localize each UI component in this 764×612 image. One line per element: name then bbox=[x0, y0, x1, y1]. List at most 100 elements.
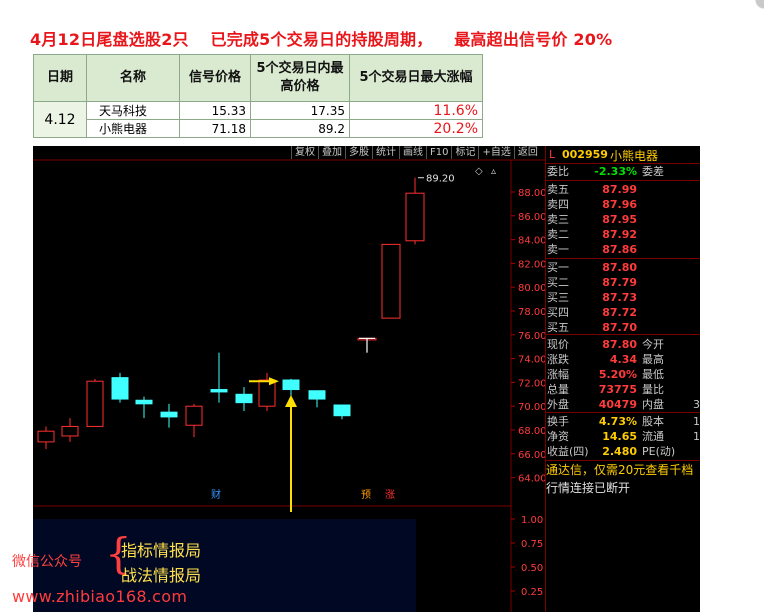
diff-label: 委差 bbox=[642, 165, 664, 178]
candle-body bbox=[308, 390, 326, 400]
row-signal: 71.18 bbox=[179, 119, 251, 138]
event-marker-yu: 预 bbox=[361, 489, 371, 501]
row-value: 87.92 bbox=[602, 228, 637, 241]
peak-label: 89.20 bbox=[426, 174, 455, 185]
news-ticker[interactable]: 通达信，仅需20元查看千档 bbox=[546, 464, 700, 476]
l-icon: L bbox=[549, 148, 556, 161]
row-value: 14.65 bbox=[602, 430, 637, 443]
row-value: 87.80 bbox=[602, 261, 637, 274]
row-label: 买三 bbox=[547, 291, 569, 304]
bid-row: 买四 87.72 bbox=[546, 307, 700, 319]
row-name: 天马科技 bbox=[86, 101, 180, 120]
divider bbox=[546, 334, 700, 335]
event-marker-zhang: 涨 bbox=[385, 489, 395, 501]
header-gain: 5个交易日最大涨幅 bbox=[349, 54, 483, 102]
row-value: 87.80 bbox=[602, 338, 637, 351]
row-label: 涨幅 bbox=[547, 368, 569, 381]
stat-row: 涨跌 4.34 最高 bbox=[546, 354, 700, 366]
row-label2: 今开 bbox=[642, 338, 664, 351]
row-label: 换手 bbox=[547, 415, 569, 428]
ask-row: 卖五 87.99 bbox=[546, 184, 700, 196]
row-high: 17.35 bbox=[250, 101, 350, 120]
row-value2: 1 bbox=[693, 415, 700, 428]
toolbar-tongji[interactable]: 统计 bbox=[372, 146, 399, 159]
ask-row: 卖四 87.96 bbox=[546, 199, 700, 211]
header-name: 名称 bbox=[86, 54, 180, 102]
toolbar-fanhui[interactable]: 返回 bbox=[513, 146, 541, 159]
headline-part2: 已完成5个交易日的持股周期， bbox=[210, 30, 433, 49]
table-row: 小熊电器 71.18 89.2 20.2% bbox=[34, 119, 483, 138]
candle-body bbox=[160, 411, 178, 418]
volume-tick-label: 1.00 bbox=[521, 515, 543, 526]
toolbar-diejia[interactable]: 叠加 bbox=[318, 146, 345, 159]
divider bbox=[546, 460, 700, 461]
price-tick-label: 66.00 bbox=[518, 450, 545, 461]
row-gain: 11.6% bbox=[349, 101, 483, 120]
signal-arrow-head bbox=[285, 395, 297, 408]
row-value2: 3 bbox=[693, 398, 700, 411]
row-label: 买五 bbox=[547, 321, 569, 334]
table-row: 4.12 天马科技 15.33 17.35 11.6% bbox=[33, 101, 483, 138]
watermark-line2: 战法情报局 bbox=[121, 566, 202, 585]
candle-body bbox=[235, 393, 253, 404]
row-value: 5.20% bbox=[598, 368, 637, 381]
toolbar-biaoji[interactable]: 标记 bbox=[451, 146, 478, 159]
headline: 4月12日尾盘选股2只 已完成5个交易日的持股周期， 最高超出信号价 20% bbox=[30, 26, 628, 50]
row-label: 卖五 bbox=[547, 183, 569, 196]
price-tick-label: 68.00 bbox=[518, 426, 545, 437]
stat-row: 现价 87.80 今开 bbox=[546, 339, 700, 351]
row-label: 净资 bbox=[547, 430, 569, 443]
price-tick-label: 86.00 bbox=[518, 212, 545, 223]
candle-body bbox=[381, 243, 401, 319]
ask-row: 卖三 87.95 bbox=[546, 214, 700, 226]
divider bbox=[546, 258, 700, 259]
toolbar-huaxian[interactable]: 画线 bbox=[399, 146, 426, 159]
table-header-row: 日期 名称 信号价格 5个交易日内最高价格 5个交易日最大涨幅 bbox=[33, 54, 483, 102]
row-value: 87.72 bbox=[602, 306, 637, 319]
price-tick-label: 74.00 bbox=[518, 355, 545, 366]
chart-toolbar: 复权 叠加 多股 统计 画线 F10 标记 +自选 返回 bbox=[291, 146, 541, 159]
toolbar-duogu[interactable]: 多股 bbox=[345, 146, 372, 159]
volume-tick-label: 0.50 bbox=[521, 563, 543, 574]
toolbar-fuquan[interactable]: 复权 bbox=[291, 146, 318, 159]
row-high: 89.2 bbox=[250, 119, 350, 138]
row-value: 87.70 bbox=[602, 321, 637, 334]
row-signal: 15.33 bbox=[179, 101, 251, 120]
row-date: 4.12 bbox=[33, 101, 87, 138]
price-tick-label: 72.00 bbox=[518, 378, 545, 389]
toolbar-f10[interactable]: F10 bbox=[426, 146, 451, 159]
header-high: 5个交易日内最高价格 bbox=[250, 54, 350, 102]
row-label2: 最高 bbox=[642, 353, 664, 366]
toolbar-zixuan[interactable]: +自选 bbox=[478, 146, 513, 159]
ask-row: 卖二 87.92 bbox=[546, 229, 700, 241]
ratio-value: -2.33% bbox=[594, 165, 637, 178]
quote-panel: L 002959 小熊电器 委比 -2.33% 委差 卖五 87.99 卖四 87.9… bbox=[545, 146, 700, 612]
row-label2: PE(动) bbox=[642, 445, 676, 458]
row-value: 73775 bbox=[598, 383, 637, 396]
row-value2: 1 bbox=[693, 430, 700, 443]
row-label: 买二 bbox=[547, 276, 569, 289]
price-tick-label: 76.00 bbox=[518, 331, 545, 342]
row-label: 总量 bbox=[547, 383, 569, 396]
row-label: 卖二 bbox=[547, 228, 569, 241]
stat-row: 净资 14.65 流通 1 bbox=[546, 431, 700, 443]
row-value: 4.34 bbox=[609, 353, 637, 366]
row-label: 涨跌 bbox=[547, 353, 569, 366]
candle-body bbox=[210, 389, 228, 393]
diamond-icon: ◇ bbox=[475, 166, 483, 177]
price-tick-label: 78.00 bbox=[518, 307, 545, 318]
price-tick-label: 80.00 bbox=[518, 283, 545, 294]
row-label: 买一 bbox=[547, 261, 569, 274]
row-value: 4.73% bbox=[598, 415, 637, 428]
bid-row: 买三 87.73 bbox=[546, 292, 700, 304]
watermark-label: 微信公众号 bbox=[12, 554, 82, 570]
row-label2: 量比 bbox=[642, 383, 664, 396]
row-label: 外盘 bbox=[547, 398, 569, 411]
price-tick-label: 70.00 bbox=[518, 402, 545, 413]
row-label: 现价 bbox=[547, 338, 569, 351]
headline-part1: 4月12日尾盘选股2只 bbox=[30, 30, 189, 49]
row-value: 87.73 bbox=[602, 291, 637, 304]
volume-tick-label: 0.75 bbox=[521, 539, 543, 550]
window-corner bbox=[752, 0, 764, 12]
price-tick-label: 84.00 bbox=[518, 236, 545, 247]
